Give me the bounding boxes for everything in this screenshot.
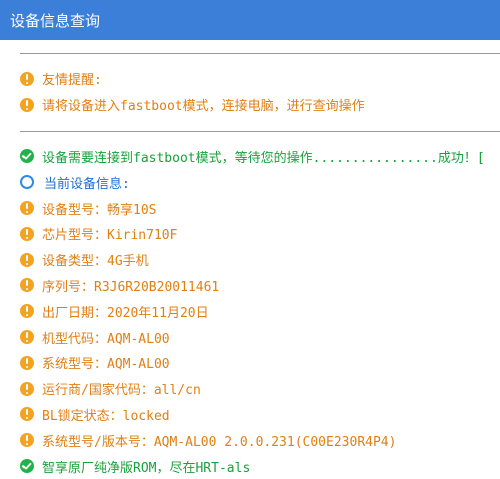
log-line-system-model: 系统型号：AQM-AL00: [0, 350, 500, 376]
exclamation-circle-icon: [20, 252, 34, 267]
exclamation-circle-icon: [20, 433, 34, 448]
system-model: 系统型号：AQM-AL00: [42, 357, 170, 373]
system-version: 系统型号/版本号：AQM-AL00 2.0.0.231(C00E230R4P4): [42, 434, 397, 450]
rom-note: 智享原厂纯净版ROM，尽在HRT-als: [42, 460, 251, 476]
log-line-connect-status: 设备需要连接到fastboot模式，等待您的操作................…: [0, 144, 500, 170]
exclamation-circle-icon: [20, 201, 34, 216]
tip-title: 友情提醒:: [42, 73, 102, 89]
log-line-chip-model: 芯片型号：Kirin710F: [0, 221, 500, 247]
log-line-tip-text: 请将设备进入fastboot模式，连接电脑，进行查询操作: [0, 92, 500, 118]
model-code: 机型代码：AQM-AL00: [42, 331, 170, 347]
log-line-bl-lock: BL锁定状态：locked: [0, 402, 500, 428]
exclamation-circle-icon: [20, 330, 34, 345]
carrier-country-code: 运行商/国家代码：all/cn: [42, 383, 201, 399]
log-line-device-type: 设备类型：4G手机: [0, 247, 500, 273]
manufacture-date: 出厂日期：2020年11月20日: [42, 305, 209, 321]
exclamation-circle-icon: [20, 71, 34, 86]
query-log: 友情提醒: 请将设备进入fastboot模式，连接电脑，进行查询操作 设备需要连…: [0, 40, 500, 479]
current-info-label: 当前设备信息:: [44, 176, 130, 192]
exclamation-circle-icon: [20, 226, 34, 241]
log-line-serial: 序列号：R3J6R20B20011461: [0, 273, 500, 299]
exclamation-circle-icon: [20, 304, 34, 319]
chip-model: 芯片型号：Kirin710F: [42, 228, 178, 244]
connect-status: 设备需要连接到fastboot模式，等待您的操作................…: [42, 150, 485, 166]
bl-lock-status: BL锁定状态：locked: [42, 408, 170, 424]
log-line-system-version: 系统型号/版本号：AQM-AL00 2.0.0.231(C00E230R4P4): [0, 427, 500, 453]
device-model: 设备型号：畅享10S: [42, 202, 157, 218]
exclamation-circle-icon: [20, 407, 34, 422]
window-title-bar: 设备信息查询: [0, 0, 500, 40]
log-line-manufacture-date: 出厂日期：2020年11月20日: [0, 298, 500, 324]
log-line-current-info: 当前设备信息:: [0, 169, 500, 195]
log-divider: [0, 118, 500, 144]
log-line-carrier: 运行商/国家代码：all/cn: [0, 376, 500, 402]
check-circle-icon: [20, 459, 34, 474]
device-type: 设备类型：4G手机: [42, 254, 149, 270]
log-line-tip-title: 友情提醒:: [0, 66, 500, 92]
exclamation-circle-icon: [20, 381, 34, 396]
window-title: 设备信息查询: [10, 11, 101, 30]
serial-number: 序列号：R3J6R20B20011461: [42, 279, 220, 295]
check-circle-icon: [20, 149, 34, 164]
info-ring-icon: [20, 175, 34, 190]
log-divider: [0, 40, 500, 66]
exclamation-circle-icon: [20, 97, 34, 112]
tip-text: 请将设备进入fastboot模式，连接电脑，进行查询操作: [42, 99, 365, 115]
exclamation-circle-icon: [20, 278, 34, 293]
log-line-rom-note: 智享原厂纯净版ROM，尽在HRT-als: [0, 453, 500, 479]
exclamation-circle-icon: [20, 355, 34, 370]
log-line-model-code: 机型代码：AQM-AL00: [0, 324, 500, 350]
log-line-device-model: 设备型号：畅享10S: [0, 195, 500, 221]
